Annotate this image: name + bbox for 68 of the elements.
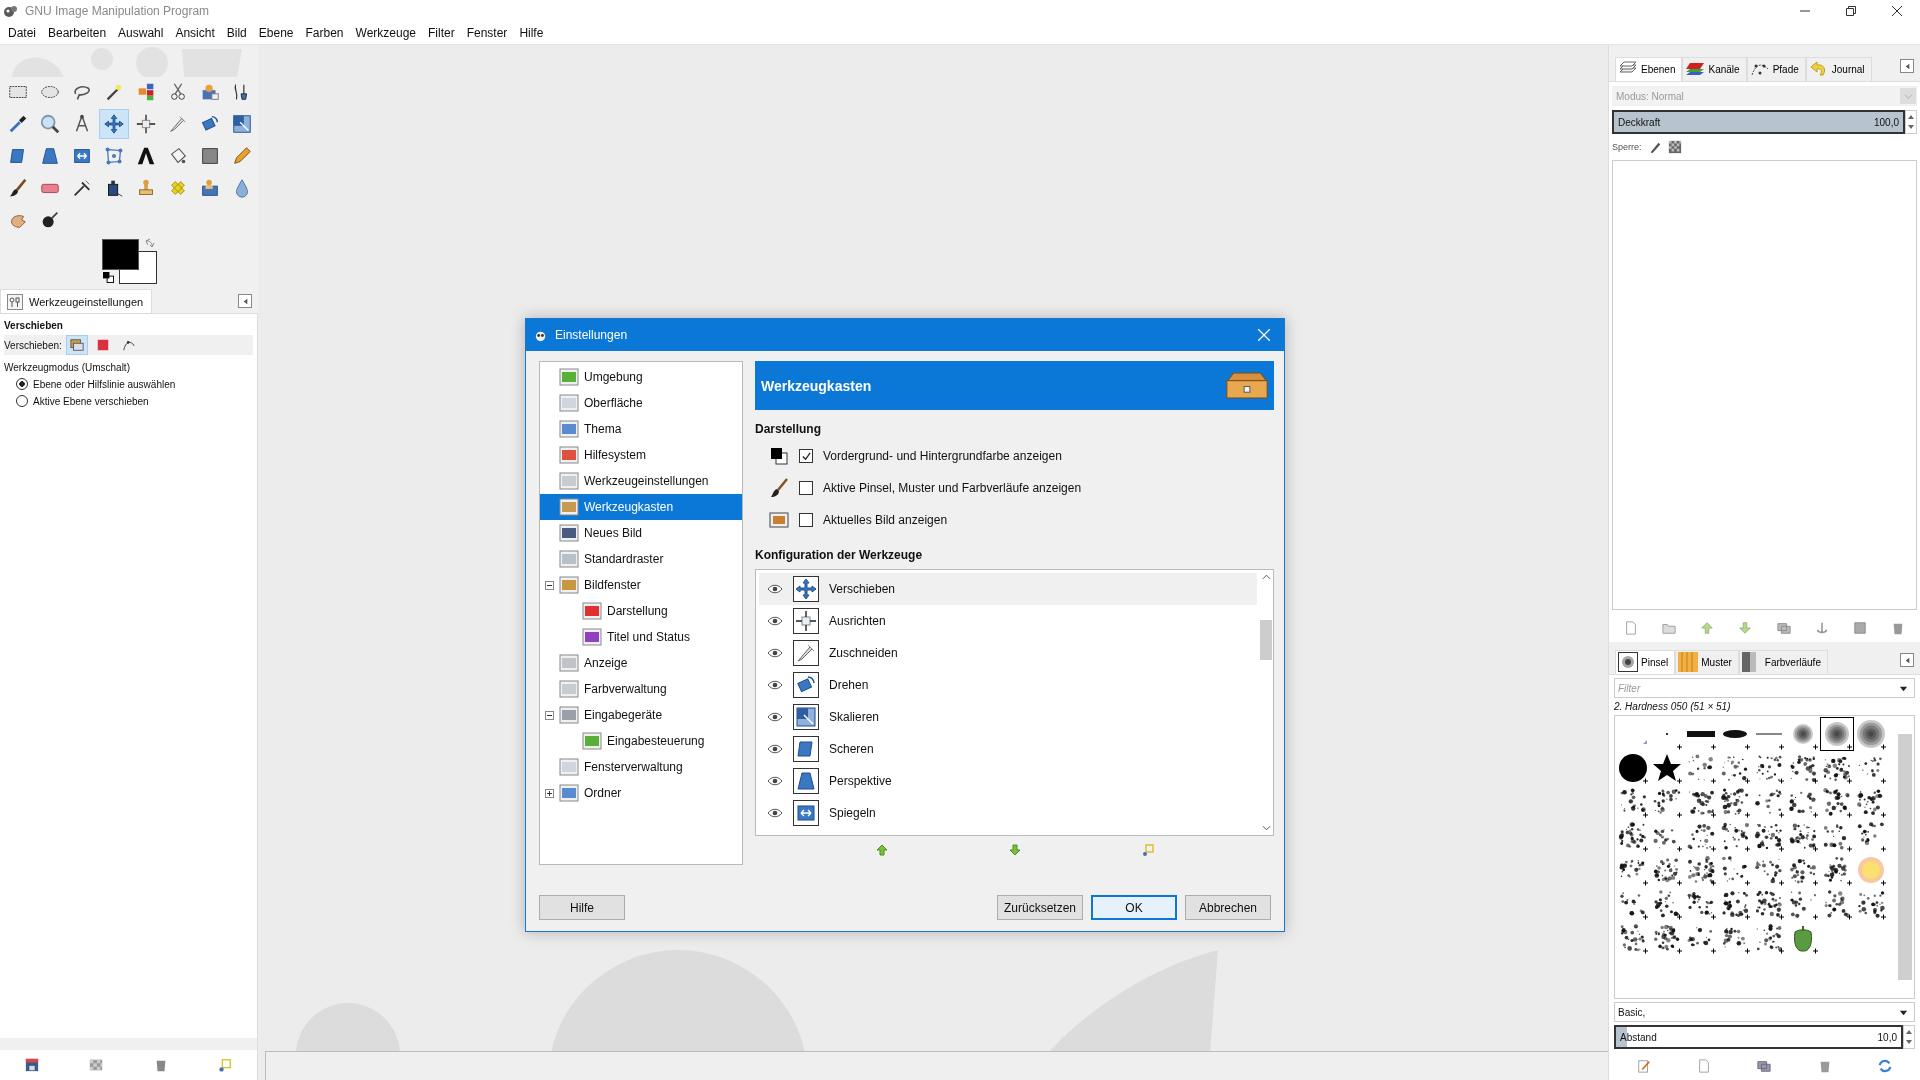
section-heading: Konfiguration der Werkzeuge <box>755 548 924 562</box>
category-item[interactable]: Titel und Status <box>540 624 742 650</box>
dialog-button[interactable]: Abbrechen <box>1185 895 1271 920</box>
checkbox-label: Aktuelles Bild anzeigen <box>823 513 948 527</box>
menu-item[interactable]: Bearbeiten <box>44 26 115 40</box>
section-heading: Darstellung <box>755 422 822 436</box>
checkbox-label: Vordergrund- und Hintergrundfarbe anzeigen <box>823 449 1062 463</box>
category-item[interactable]: Werkzeugkasten <box>540 494 742 520</box>
tool-row[interactable]: Scheren <box>759 733 1257 765</box>
dialog-title: Einstellungen <box>555 328 628 342</box>
tag-dropdown[interactable]: Basic, <box>1614 1002 1915 1022</box>
category-item[interactable]: Umgebung <box>540 364 742 390</box>
panel-tab[interactable]: Pfade <box>1746 57 1806 81</box>
radio-label: Aktive Ebene verschieben <box>33 395 149 407</box>
category-item[interactable]: Oberfläche <box>540 390 742 416</box>
checkbox-label: Aktive Pinsel, Muster und Farbverläufe anzeigen <box>823 481 1082 495</box>
menu-item[interactable]: Werkzeuge <box>351 26 424 40</box>
brush-name: 2. Hardness 050 (51 × 51) <box>1614 701 1732 712</box>
filter-dropdown[interactable]: Filter <box>1614 678 1915 698</box>
tool-row[interactable]: Perspektive <box>759 765 1257 797</box>
category-item[interactable]: Neues Bild <box>540 520 742 546</box>
category-item[interactable]: Ordner <box>540 780 742 806</box>
menu-item[interactable]: Auswahl <box>114 26 172 40</box>
menu-item[interactable]: Farben <box>301 26 352 40</box>
tool-name: Verschieben <box>4 320 64 331</box>
mode-label: Werkzeugmodus (Umschalt) <box>4 362 131 373</box>
panel-tab[interactable]: Kanäle <box>1682 57 1747 81</box>
panel-tab[interactable]: Muster <box>1675 650 1739 674</box>
menu-item[interactable]: Ansicht <box>171 26 223 40</box>
menu-item[interactable]: Hilfe <box>515 26 552 40</box>
category-item[interactable]: Farbverwaltung <box>540 676 742 702</box>
menu-item[interactable]: Filter <box>424 26 463 40</box>
spacing-slider[interactable]: Abstand 10,0 <box>1614 1025 1903 1049</box>
category-item[interactable]: Standardraster <box>540 546 742 572</box>
panel-tab[interactable]: Pinsel <box>1615 650 1676 674</box>
tool-row[interactable]: Drehen <box>759 669 1257 701</box>
category-item[interactable]: Eingabesteuerung <box>540 728 742 754</box>
category-item[interactable]: Hilfesystem <box>540 442 742 468</box>
lock-label: Sperre: <box>1612 142 1642 152</box>
menu-item[interactable]: Fenster <box>462 26 516 40</box>
menu-item[interactable]: Bild <box>222 26 255 40</box>
tool-row[interactable]: Spiegeln <box>759 797 1257 829</box>
dialog-button[interactable]: OK <box>1091 895 1177 920</box>
panel-tab[interactable]: Ebenen <box>1615 57 1683 81</box>
move-label: Verschieben: <box>4 339 62 351</box>
menu-item[interactable]: Ebene <box>254 26 302 40</box>
category-item[interactable]: Bildfenster <box>540 572 742 598</box>
category-item[interactable]: Eingabegeräte <box>540 702 742 728</box>
dialog-button[interactable]: Zurücksetzen <box>996 895 1083 920</box>
panel-tab[interactable]: Werkzeugeinstellungen <box>0 289 153 313</box>
panel-tab[interactable]: Journal <box>1805 57 1872 81</box>
dialog-button[interactable]: Hilfe <box>539 895 625 920</box>
tool-row[interactable]: Zuschneiden <box>759 637 1257 669</box>
tool-row[interactable]: Skalieren <box>759 701 1257 733</box>
category-item[interactable]: Anzeige <box>540 650 742 676</box>
window-title: GNU Image Manipulation Program <box>25 4 210 18</box>
category-item[interactable]: Thema <box>540 416 742 442</box>
panel-tab[interactable]: Farbverläufe <box>1738 650 1828 674</box>
header-title: Werkzeugkasten <box>761 377 872 394</box>
tool-row[interactable]: Verschieben <box>759 573 1257 605</box>
category-item[interactable]: Fensterverwaltung <box>540 754 742 780</box>
opacity-slider[interactable]: Deckkraft 100,0 <box>1612 110 1905 134</box>
menu-item[interactable]: Datei <box>4 26 44 40</box>
filter-field[interactable]: Filter <box>1618 682 1899 694</box>
tool-row[interactable]: Ausrichten <box>759 605 1257 637</box>
radio-label: Ebene oder Hilfslinie auswählen <box>33 378 176 390</box>
category-item[interactable]: Werkzeugeinstellungen <box>540 468 742 494</box>
category-item[interactable]: Darstellung <box>540 598 742 624</box>
